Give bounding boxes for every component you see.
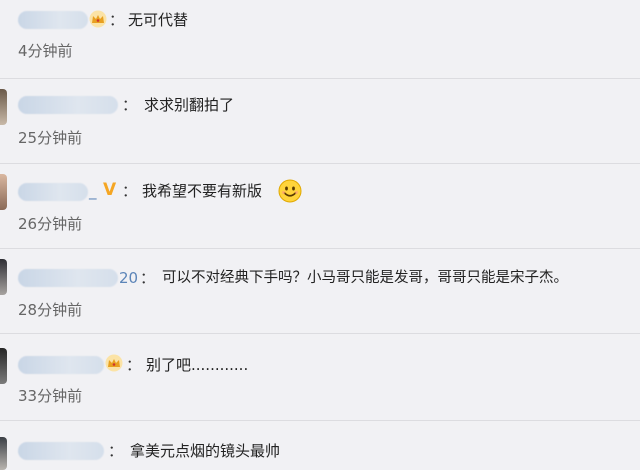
comment-time: 33分钟前 xyxy=(18,387,83,405)
comment-text: 无可代替 xyxy=(128,11,189,29)
comment-time: 26分钟前 xyxy=(18,215,83,233)
comment-time: 28分钟前 xyxy=(18,301,83,319)
colon: ： xyxy=(109,11,125,29)
username-blurred[interactable] xyxy=(18,183,88,201)
comment-item: ： 别了吧............ 33分钟前 xyxy=(0,334,640,420)
username-blurred[interactable] xyxy=(18,442,104,460)
comment-item: ： 求求别翻拍了 25分钟前 xyxy=(0,79,640,163)
comment-list: ： 无可代替 4分钟前 ： 求求别翻拍了 25分钟前 _ V ： 我希望不要有新… xyxy=(0,0,640,470)
colon: ： xyxy=(126,356,142,374)
colon: ： xyxy=(108,442,124,460)
comment-text: 拿美元点烟的镜头最帅 xyxy=(130,442,281,460)
username-blurred[interactable] xyxy=(18,96,118,114)
comment-text: 我希望不要有新版 xyxy=(142,182,263,200)
avatar[interactable] xyxy=(0,348,7,384)
comment-text: 别了吧............ xyxy=(146,356,249,374)
colon: ： xyxy=(122,96,138,114)
comment-item: 20 ： 可以不对经典下手吗？小马哥只能是发哥，哥哥只能是宋子杰。 28分钟前 xyxy=(0,249,640,333)
avatar[interactable] xyxy=(0,259,7,295)
crown-badge-icon xyxy=(105,354,123,372)
username-blurred[interactable] xyxy=(18,269,118,287)
colon: ： xyxy=(140,269,156,287)
comment-text: 求求别翻拍了 xyxy=(144,96,235,114)
avatar[interactable] xyxy=(0,437,7,470)
comment-time: 4分钟前 xyxy=(18,42,73,60)
crown-badge-icon xyxy=(89,10,107,28)
comment-item: ： 无可代替 4分钟前 xyxy=(0,0,640,78)
username-blurred[interactable] xyxy=(18,356,104,374)
vip-v-badge-icon: V xyxy=(103,180,117,200)
avatar[interactable] xyxy=(0,89,7,125)
username-suffix[interactable]: _ xyxy=(89,182,97,200)
username-suffix[interactable]: 20 xyxy=(119,269,138,287)
avatar[interactable] xyxy=(0,174,7,210)
comment-time: 25分钟前 xyxy=(18,129,83,147)
colon: ： xyxy=(122,182,138,200)
comment-item: _ V ： 我希望不要有新版 26分钟前 xyxy=(0,164,640,248)
comment-text: 可以不对经典下手吗？小马哥只能是发哥，哥哥只能是宋子杰。 xyxy=(162,270,568,286)
username-blurred[interactable] xyxy=(18,11,88,29)
smiley-face-icon xyxy=(278,179,302,203)
comment-item: ： 拿美元点烟的镜头最帅 xyxy=(0,421,640,470)
